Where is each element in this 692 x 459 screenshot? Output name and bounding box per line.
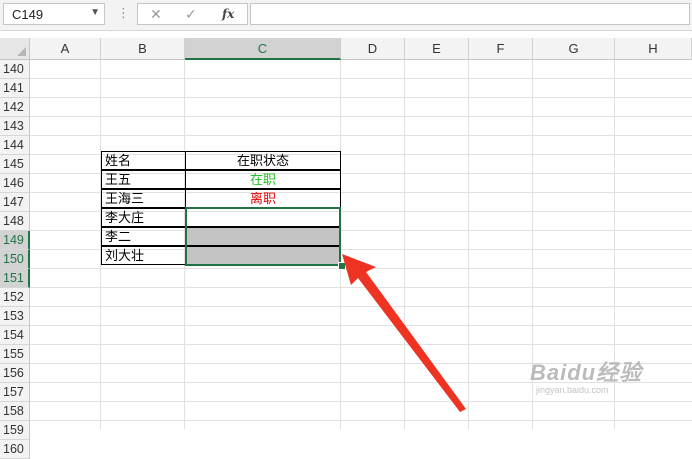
row-header-160[interactable]: 160	[0, 440, 30, 459]
watermark: Baidu经验 jingyan.baidu.com	[530, 355, 642, 395]
watermark-logo: Baidu经验	[530, 360, 643, 385]
